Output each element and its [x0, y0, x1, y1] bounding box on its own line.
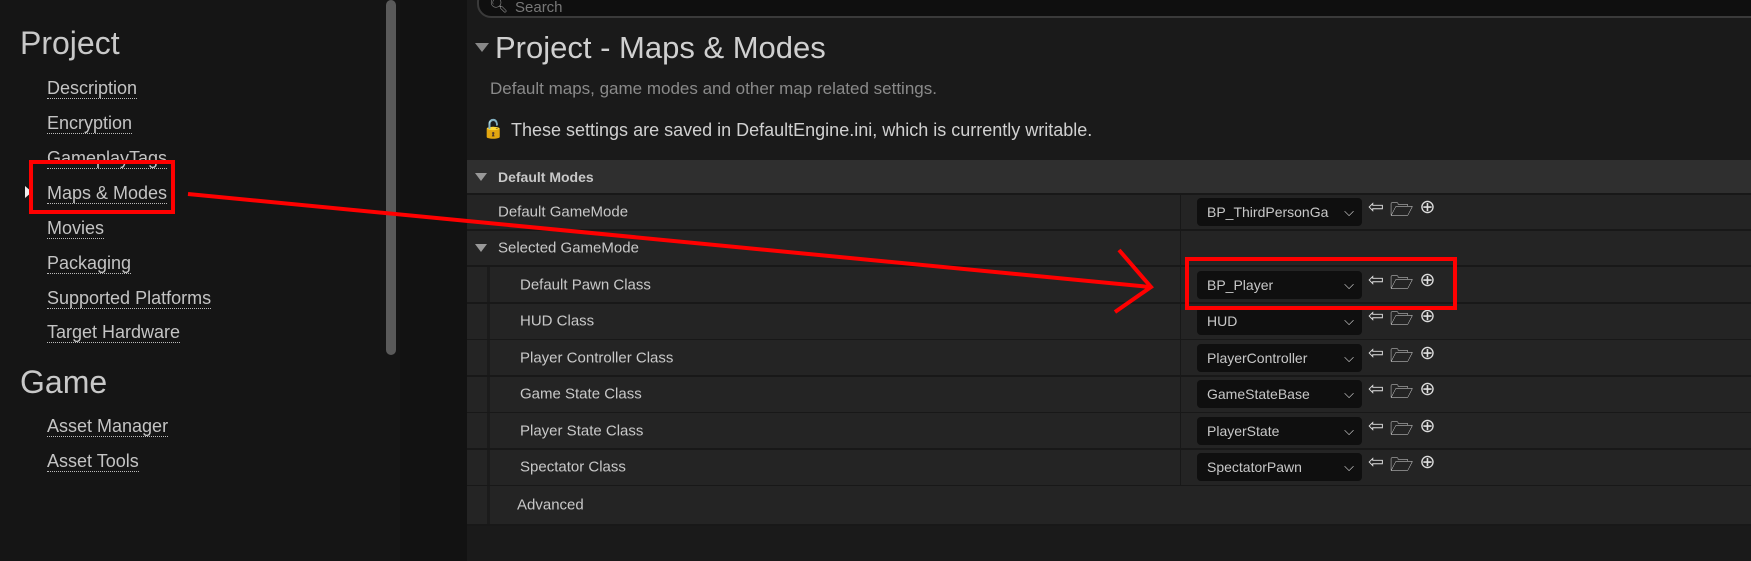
- highlight-box-sidebar: [29, 160, 175, 214]
- arrow-head: [1113, 248, 1154, 314]
- annotation-overlay: [29, 160, 1457, 314]
- highlight-box-pawn: [1185, 257, 1457, 310]
- arrow-line: [187, 192, 1151, 289]
